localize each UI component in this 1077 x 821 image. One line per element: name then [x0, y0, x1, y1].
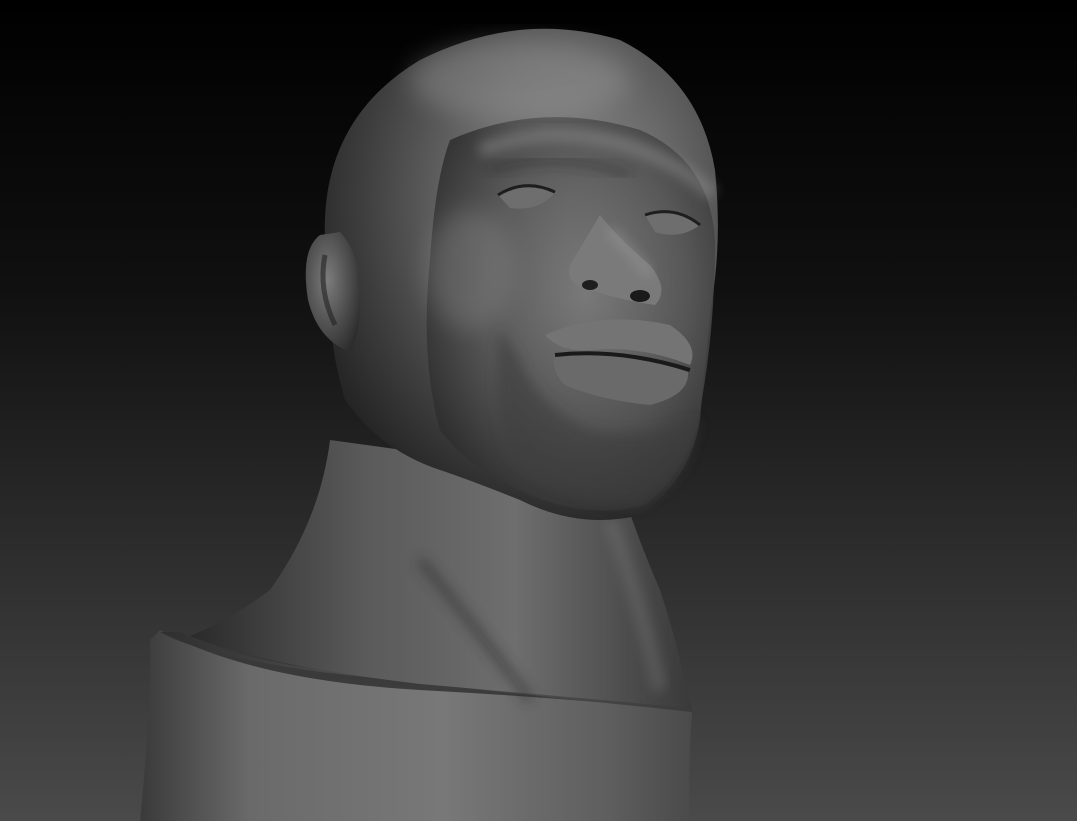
- sculpt-render: [0, 0, 1077, 821]
- viewport: [0, 0, 1077, 821]
